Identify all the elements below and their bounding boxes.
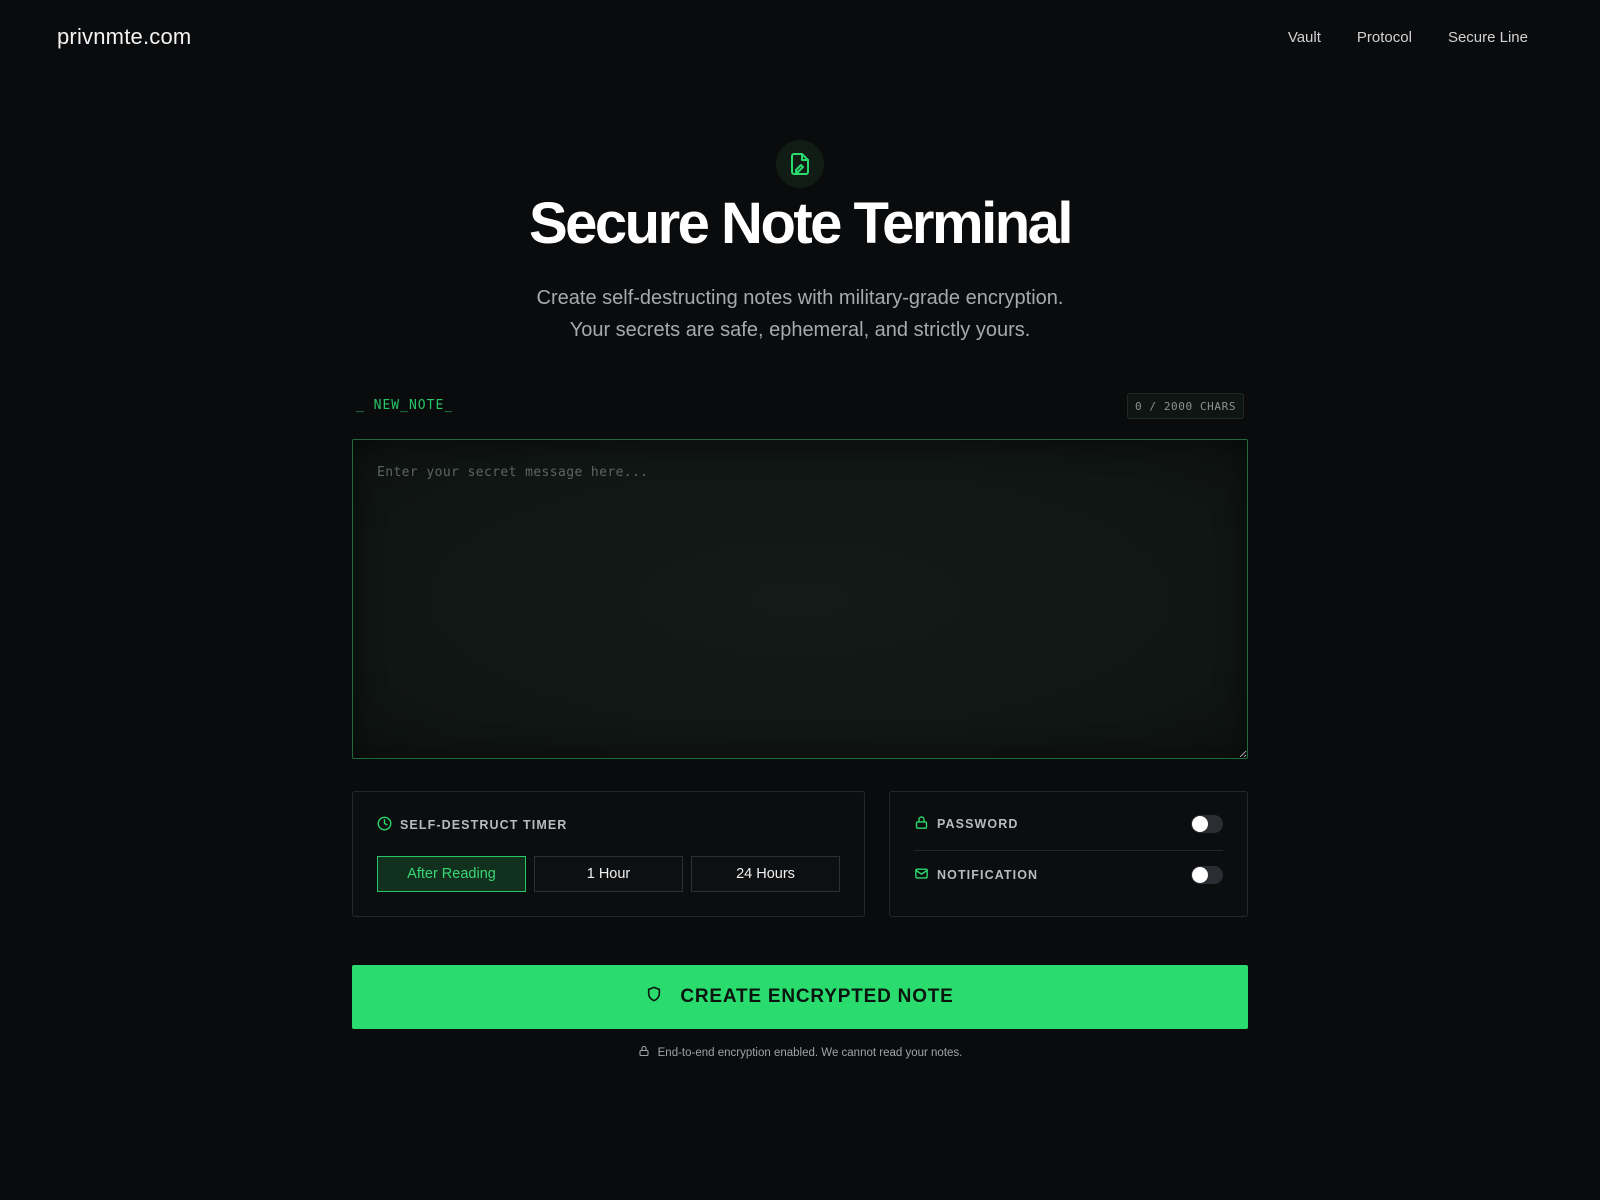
timer-option-24-hours[interactable]: 24 Hours bbox=[691, 856, 840, 892]
encryption-notice-text: End-to-end encryption enabled. We cannot… bbox=[657, 1046, 963, 1059]
char-count-badge: 0 / 2000 CHARS bbox=[1127, 393, 1244, 419]
divider bbox=[914, 850, 1223, 851]
timer-title: SELF-DESTRUCT TIMER bbox=[400, 818, 568, 832]
self-destruct-timer-panel: SELF-DESTRUCT TIMER After Reading 1 Hour… bbox=[352, 791, 865, 917]
password-heading: PASSWORD bbox=[914, 815, 1019, 833]
password-toggle[interactable] bbox=[1191, 815, 1223, 833]
notification-toggle-knob bbox=[1192, 867, 1208, 883]
top-navigation-bar: privnmte.com Vault Protocol Secure Line bbox=[0, 0, 1600, 78]
subtitle-line-2: Your secrets are safe, ephemeral, and st… bbox=[569, 319, 1031, 341]
notification-label: NOTIFICATION bbox=[937, 868, 1039, 882]
secret-message-input[interactable] bbox=[352, 439, 1248, 759]
notification-option-row: NOTIFICATION bbox=[914, 862, 1223, 888]
page-title: Secure Note Terminal bbox=[528, 191, 1074, 256]
notification-heading: NOTIFICATION bbox=[914, 866, 1038, 884]
subtitle-line-1: Create self-destructing notes with milit… bbox=[536, 287, 1064, 309]
lock-icon bbox=[914, 815, 929, 833]
password-toggle-knob bbox=[1192, 816, 1208, 832]
password-option-row: PASSWORD bbox=[914, 811, 1223, 837]
timer-option-after-reading[interactable]: After Reading bbox=[377, 856, 526, 892]
mail-icon bbox=[914, 866, 929, 884]
create-encrypted-note-button[interactable]: CREATE ENCRYPTED NOTE bbox=[352, 965, 1248, 1029]
timer-heading: SELF-DESTRUCT TIMER bbox=[377, 816, 567, 834]
main-nav: Vault Protocol Secure Line bbox=[1288, 29, 1528, 46]
document-edit-icon bbox=[776, 140, 824, 188]
timer-options: After Reading 1 Hour 24 Hours bbox=[377, 856, 840, 892]
page-subtitle: Create self-destructing notes with milit… bbox=[0, 282, 1600, 346]
notification-toggle[interactable] bbox=[1191, 866, 1223, 884]
timer-option-1-hour[interactable]: 1 Hour bbox=[534, 856, 683, 892]
site-logo[interactable]: privnmte.com bbox=[57, 24, 191, 50]
nav-link-vault[interactable]: Vault bbox=[1288, 29, 1321, 46]
note-label: _ NEW_NOTE_ bbox=[356, 398, 454, 413]
security-options-panel: PASSWORD NOTIFICATION bbox=[889, 791, 1248, 917]
nav-link-secure-line[interactable]: Secure Line bbox=[1448, 29, 1528, 46]
create-button-label: CREATE ENCRYPTED NOTE bbox=[680, 986, 954, 1007]
password-label: PASSWORD bbox=[937, 817, 1019, 831]
lock-icon bbox=[638, 1045, 650, 1060]
clock-icon bbox=[377, 816, 392, 834]
encryption-notice: End-to-end encryption enabled. We cannot… bbox=[0, 1045, 1600, 1060]
shield-icon bbox=[646, 986, 662, 1008]
nav-link-protocol[interactable]: Protocol bbox=[1357, 29, 1412, 46]
